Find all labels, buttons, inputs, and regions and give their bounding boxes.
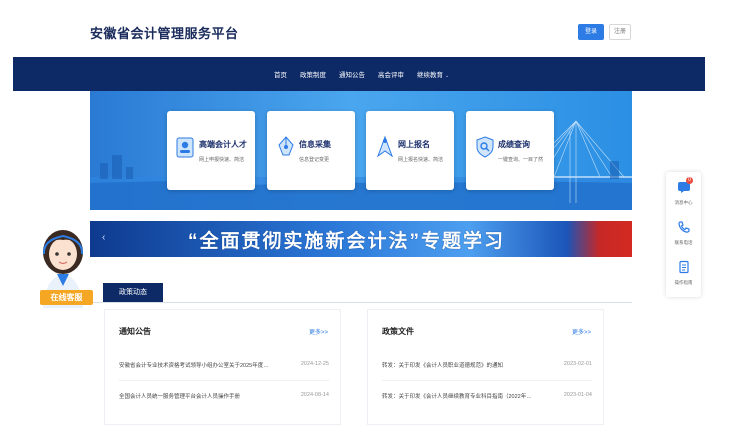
card-senior-talent-subtitle: 网上申报快速、简洁	[199, 157, 245, 163]
side-tool-messages-label: 消息中心	[674, 200, 693, 205]
panel-notices: 通知公告 更多>> 安徽省会计专业技术资格考试领导小组办公室关于2025年度… …	[104, 309, 341, 425]
person-card-icon	[176, 137, 194, 158]
side-tool-phone[interactable]: 联系电话	[666, 216, 701, 254]
pen-nib-icon	[278, 136, 294, 156]
nav-item-continuing-education[interactable]: 继续教育 ⌄	[417, 69, 449, 79]
panel-notices-more-link[interactable]: 更多>>	[309, 327, 328, 336]
list-item-title: 转发：关于印发《会计人员继续教育专业科目指南（2022年…	[382, 394, 532, 400]
chevron-down-icon: ⌄	[445, 73, 450, 79]
panel-policy-files-more-link[interactable]: 更多>>	[572, 327, 591, 336]
compass-icon	[376, 135, 394, 158]
panel-policy-files: 政策文件 更多>> 转发：关于印发《会计人员职业道德规范》的通知 2023-02…	[367, 309, 604, 425]
nav-item-continuing-education-label: 继续教育	[417, 72, 443, 79]
list-item-title: 全国会计人员统一服务管理平台会计人员操作手册	[119, 394, 241, 400]
topic-study-banner[interactable]: ‹ “全面贯彻实施新会计法”专题学习 ›	[90, 221, 632, 257]
panel-notices-title: 通知公告	[119, 327, 151, 336]
card-online-register-title: 网上报名	[398, 140, 430, 149]
nav-items: 首页 政策制度 通知公告 高会评审 继续教育 ⌄	[274, 57, 462, 91]
main-nav: 首页 政策制度 通知公告 高会评审 继续教育 ⌄	[13, 57, 705, 91]
card-online-register[interactable]: 网上报名 网上报名快速、简洁	[366, 111, 454, 190]
banner-prev-icon[interactable]: ‹	[102, 232, 105, 243]
login-button[interactable]: 登录	[578, 24, 604, 40]
section-tag-policy-news[interactable]: 政策动态	[103, 283, 163, 303]
banner-text: “全面贯彻实施新会计法”专题学习	[188, 231, 506, 252]
shield-search-icon	[476, 136, 494, 158]
side-toolbar: 0 消息中心 联系电话 操作指南	[666, 172, 701, 297]
guide-book-icon	[678, 260, 689, 274]
row-divider	[119, 380, 329, 381]
list-item[interactable]: 转发：关于印发《会计人员职业道德规范》的通知 2023-02-01	[382, 361, 592, 375]
card-senior-talent-title: 高端会计人才	[199, 140, 247, 149]
card-info-collect-subtitle: 信息登记变更	[299, 157, 330, 163]
nav-item-policy[interactable]: 政策制度	[300, 69, 326, 79]
list-item-title: 安徽省会计专业技术资格考试领导小组办公室关于2025年度…	[119, 363, 269, 369]
list-item[interactable]: 转发：关于印发《会计人员继续教育专业科目指南（2022年… 2023-01-04	[382, 392, 592, 406]
panel-policy-files-title: 政策文件	[382, 327, 414, 336]
customer-service-label[interactable]: 在线客服	[40, 290, 93, 305]
page: 安徽省会计管理服务平台 登录 注册 首页 政策制度 通知公告 高会评审 继续教育…	[0, 0, 731, 425]
row-divider	[382, 380, 592, 381]
card-info-collect-title: 信息采集	[299, 140, 331, 149]
card-score-query-subtitle: 一键查询、一目了然	[498, 157, 544, 163]
side-tool-guide[interactable]: 操作指南	[666, 256, 701, 294]
card-info-collect[interactable]: 信息采集 信息登记变更	[267, 111, 355, 190]
card-online-register-subtitle: 网上报名快速、简洁	[398, 157, 444, 163]
section-divider	[90, 302, 632, 303]
list-item-date: 2024-12-25	[300, 361, 329, 367]
list-item-date: 2024-08-14	[300, 392, 329, 398]
card-senior-talent[interactable]: 高端会计人才 网上申报快速、简洁	[167, 111, 255, 190]
top-header: 安徽省会计管理服务平台 登录 注册	[0, 0, 731, 56]
register-button[interactable]: 注册	[609, 24, 631, 40]
side-tool-phone-label: 联系电话	[674, 240, 693, 245]
list-item-date: 2023-01-04	[563, 392, 592, 398]
nav-item-home[interactable]: 首页	[274, 69, 287, 79]
card-score-query-title: 成绩查询	[498, 140, 530, 149]
list-item[interactable]: 全国会计人员统一服务管理平台会计人员操作手册 2024-08-14	[119, 392, 329, 406]
card-score-query[interactable]: 成绩查询 一键查询、一目了然	[466, 111, 554, 190]
nav-item-notice[interactable]: 通知公告	[339, 69, 365, 79]
list-item-title: 转发：关于印发《会计人员职业道德规范》的通知	[382, 363, 504, 369]
message-count-badge: 0	[686, 177, 693, 184]
nav-item-senior-review[interactable]: 高会评审	[378, 69, 404, 79]
side-tool-messages[interactable]: 0 消息中心	[666, 176, 701, 214]
list-item-date: 2023-02-01	[563, 361, 592, 367]
phone-icon	[677, 221, 690, 233]
site-brand-title[interactable]: 安徽省会计管理服务平台	[90, 23, 239, 42]
list-item[interactable]: 安徽省会计专业技术资格考试领导小组办公室关于2025年度… 2024-12-25	[119, 361, 329, 375]
side-tool-guide-label: 操作指南	[674, 280, 693, 285]
